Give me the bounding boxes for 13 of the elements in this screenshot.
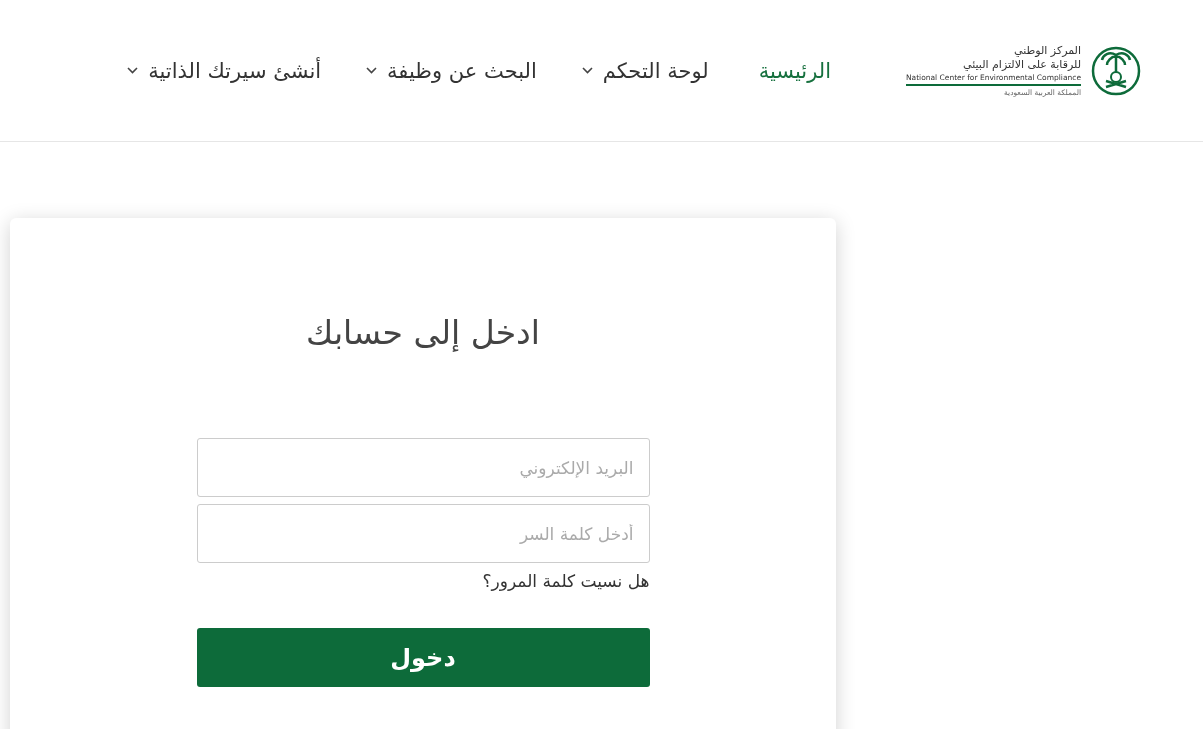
nav-link[interactable]: الرئيسية bbox=[738, 58, 831, 83]
login-button[interactable]: دخول bbox=[196, 628, 650, 687]
chevron-down-icon bbox=[366, 67, 378, 74]
nav-link[interactable]: لوحة التحكم bbox=[566, 58, 709, 83]
logo-title: المركز الوطني bbox=[1014, 44, 1081, 58]
nav-link[interactable]: البحث عن وظيفة bbox=[351, 58, 537, 83]
login-title: ادخل إلى حسابك bbox=[306, 313, 540, 352]
email-field[interactable]: البريد الإلكتروني bbox=[196, 438, 650, 497]
logo-title: للرقابة على الالتزام البيئي bbox=[963, 58, 1081, 72]
nav-link[interactable]: أنشئ سيرتك الذاتية bbox=[112, 58, 322, 83]
chevron-down-icon bbox=[581, 67, 593, 74]
forgot-password-link[interactable]: هل نسيت كلمة المرور؟ bbox=[482, 571, 650, 591]
chevron-down-icon bbox=[127, 67, 139, 74]
